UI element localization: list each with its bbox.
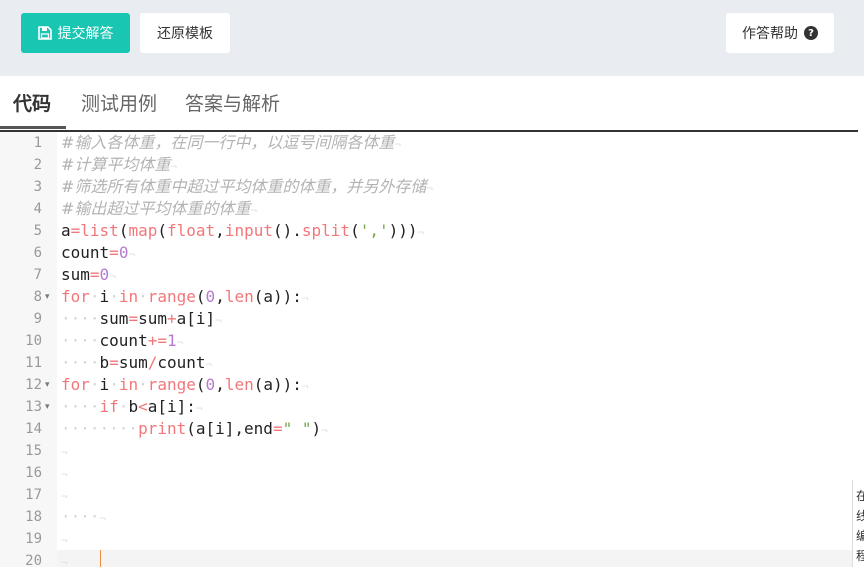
code-line[interactable]: 9 ····sum=sum+a[i]¬ — [0, 308, 858, 330]
tab-answer-analysis[interactable]: 答案与解析 — [185, 90, 280, 118]
submit-button[interactable]: 提交解答 — [21, 13, 130, 53]
line-number: 13 — [25, 399, 42, 415]
code-line-text: #输入各体重，在同一行中，以逗号间隔各体重¬ — [61, 133, 402, 152]
fold-toggle-icon[interactable]: ▾ — [45, 286, 50, 308]
line-number: 6 — [33, 245, 42, 261]
line-number: 2 — [33, 157, 42, 173]
active-tab-indicator — [0, 126, 66, 129]
code-line[interactable]: 8 ▾ for·i·in·range(0,len(a)):¬ — [0, 286, 858, 308]
tab-test-cases[interactable]: 测试用例 — [81, 90, 157, 118]
code-line-text: #输出超过平均体重的体重¬ — [61, 199, 258, 218]
code-line[interactable]: 12 ▾ for·i·in·range(0,len(a)):¬ — [0, 374, 858, 396]
code-line[interactable]: 11 ····b=sum/count¬ — [0, 352, 858, 374]
code-line-text: for·i·in·range(0,len(a)):¬ — [61, 375, 309, 394]
code-line[interactable]: 5 a=list(map(float,input().split(',')))¬ — [0, 220, 858, 242]
fold-toggle-icon[interactable]: ▾ — [45, 374, 50, 396]
code-line-text: ¬ — [61, 446, 68, 459]
code-line[interactable]: 20 ¬ — [0, 550, 858, 567]
side-panel: 在线编程 — [852, 480, 864, 567]
save-icon — [37, 26, 52, 40]
code-line-text: for·i·in·range(0,len(a)):¬ — [61, 287, 309, 306]
line-number: 15 — [25, 443, 42, 459]
code-line[interactable]: 7 sum=0¬ — [0, 264, 858, 286]
line-number: 1 — [33, 135, 42, 151]
code-line-text: ····b=sum/count¬ — [61, 353, 213, 372]
tab-bar: 代码 测试用例 答案与解析 — [0, 76, 864, 132]
code-line-text: ····¬ — [61, 507, 107, 526]
code-line[interactable]: 10 ····count+=1¬ — [0, 330, 858, 352]
code-line[interactable]: 6 count=0¬ — [0, 242, 858, 264]
line-number: 17 — [25, 487, 42, 503]
reset-label: 还原模板 — [157, 26, 213, 42]
question-circle-icon: ? — [804, 26, 818, 40]
line-number: 5 — [33, 223, 42, 239]
code-line[interactable]: 14 ········print(a[i],end=" ")¬ — [0, 418, 858, 440]
line-number: 9 — [33, 311, 42, 327]
code-line-text: ¬ — [61, 534, 68, 547]
line-number: 11 — [25, 355, 42, 371]
code-line[interactable]: 4 #输出超过平均体重的体重¬ — [0, 198, 858, 220]
code-line-text: count=0¬ — [61, 243, 136, 262]
code-line-text: #计算平均体重¬ — [61, 155, 178, 174]
help-label: 作答帮助 — [742, 26, 798, 42]
code-line[interactable]: 18 ····¬ — [0, 506, 858, 528]
tab-code[interactable]: 代码 — [13, 90, 51, 118]
line-number: 7 — [33, 267, 42, 283]
line-number: 12 — [25, 377, 42, 393]
line-number: 19 — [25, 531, 42, 547]
help-button[interactable]: 作答帮助 ? — [726, 13, 834, 53]
line-number: 18 — [25, 509, 42, 525]
code-line-text: ····sum=sum+a[i]¬ — [61, 309, 222, 328]
code-line-text: a=list(map(float,input().split(',')))¬ — [61, 221, 425, 240]
submit-label: 提交解答 — [57, 26, 114, 42]
code-editor[interactable]: 1 #输入各体重，在同一行中，以逗号间隔各体重¬ 2 #计算平均体重¬ 3 #筛选所有体重… — [0, 132, 858, 567]
code-line[interactable]: 3 #筛选所有体重中超过平均体重的体重，并另外存储¬ — [0, 176, 858, 198]
code-line[interactable]: 17 ¬ — [0, 484, 858, 506]
code-line[interactable]: 16 ¬ — [0, 462, 858, 484]
code-line[interactable]: 2 #计算平均体重¬ — [0, 154, 858, 176]
code-line[interactable]: 19 ¬ — [0, 528, 858, 550]
code-line-text: ····if·b<a[i]:¬ — [61, 397, 203, 416]
code-line-text: ········print(a[i],end=" ")¬ — [61, 419, 328, 438]
line-number: 4 — [33, 201, 42, 217]
line-number: 8 — [33, 289, 42, 305]
line-number: 20 — [25, 553, 42, 567]
reset-template-button[interactable]: 还原模板 — [140, 13, 230, 53]
code-line-text: #筛选所有体重中超过平均体重的体重，并另外存储¬ — [61, 177, 434, 196]
editor-scrollbar[interactable] — [858, 132, 864, 480]
line-number: 3 — [33, 179, 42, 195]
code-line[interactable]: 1 #输入各体重，在同一行中，以逗号间隔各体重¬ — [0, 132, 858, 154]
fold-toggle-icon[interactable]: ▾ — [45, 396, 50, 418]
code-line-text: ¬ — [61, 490, 68, 503]
text-caret — [100, 550, 101, 567]
code-line-text: ¬ — [61, 468, 68, 481]
code-line-text: ····count+=1¬ — [61, 331, 184, 350]
code-line-text: sum=0¬ — [61, 265, 116, 284]
code-line-text: ¬ — [61, 556, 68, 567]
code-line[interactable]: 15 ¬ — [0, 440, 858, 462]
line-number: 14 — [25, 421, 42, 437]
code-line[interactable]: 13 ▾ ····if·b<a[i]:¬ — [0, 396, 858, 418]
line-number: 16 — [25, 465, 42, 481]
line-number: 10 — [25, 333, 42, 349]
side-panel-text: 在线编程 — [853, 480, 864, 566]
toolbar: 提交解答 还原模板 作答帮助 ? — [0, 0, 864, 76]
